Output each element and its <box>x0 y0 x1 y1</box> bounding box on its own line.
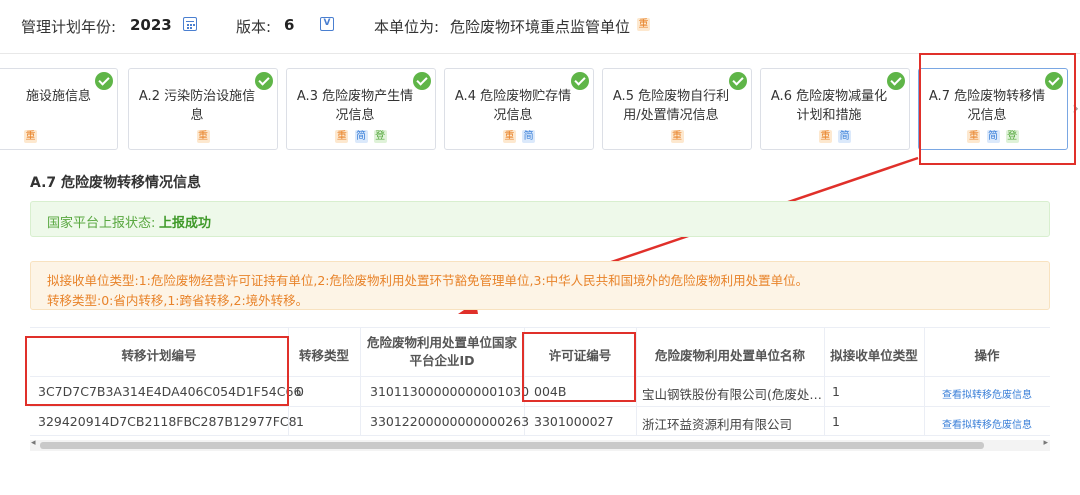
col-header-unit-name: 危险废物利用处置单位名称 <box>654 348 805 363</box>
scrollbar-thumb[interactable] <box>40 442 984 449</box>
table-cell: 3301000027 <box>534 414 614 429</box>
horizontal-scrollbar[interactable]: ◂ ▸ <box>30 438 1050 451</box>
notice-line-1: 拟接收单位类型:1:危险废物经营许可证持有单位,2:危险废物利用处置环节豁免管理… <box>47 273 809 288</box>
table-cell: 0 <box>296 384 304 399</box>
table-cell: 1 <box>832 384 840 399</box>
notice-line-2: 转移类型:0:省内转移,1:跨省转移,2:境外转移。 <box>47 293 309 308</box>
view-waste-link[interactable]: 查看拟转移危废信息 <box>942 416 1032 431</box>
notice-alert: 拟接收单位类型:1:危险废物经营许可证持有单位,2:危险废物利用处置环节豁免管理… <box>30 261 1050 310</box>
highlight-box-plan-no <box>25 336 289 406</box>
table-cell: 31011300000000001030 <box>370 384 530 399</box>
col-header-receiver-type: 拟接收单位类型 <box>830 348 918 363</box>
scroll-right-icon[interactable]: ▸ <box>1043 438 1048 448</box>
table-cell: 1 <box>832 414 840 429</box>
table-cell: 329420914D7CB2118FBC287B12977FC8 <box>38 414 297 429</box>
table-cell: 1 <box>296 414 304 429</box>
col-header-platform-id: 危险废物利用处置单位国家平台企业ID <box>366 335 517 368</box>
view-waste-link[interactable]: 查看拟转移危废信息 <box>942 386 1032 401</box>
col-header-actions: 操作 <box>974 348 1000 363</box>
highlight-box-license <box>522 332 636 402</box>
table-cell: 33012200000000000263 <box>370 414 530 429</box>
status-value: 上报成功 <box>159 216 212 231</box>
status-alert: 国家平台上报状态: 上报成功 <box>30 201 1050 237</box>
col-header-transfer-type: 转移类型 <box>298 348 349 363</box>
table-cell: 浙江环益资源利用有限公司 <box>642 417 793 432</box>
scroll-left-icon[interactable]: ◂ <box>31 438 36 448</box>
status-label: 国家平台上报状态: <box>47 216 156 231</box>
table-cell: 宝山钢铁股份有限公司(危废处… <box>642 387 822 402</box>
section-title: A.7 危险废物转移情况信息 <box>30 175 202 191</box>
